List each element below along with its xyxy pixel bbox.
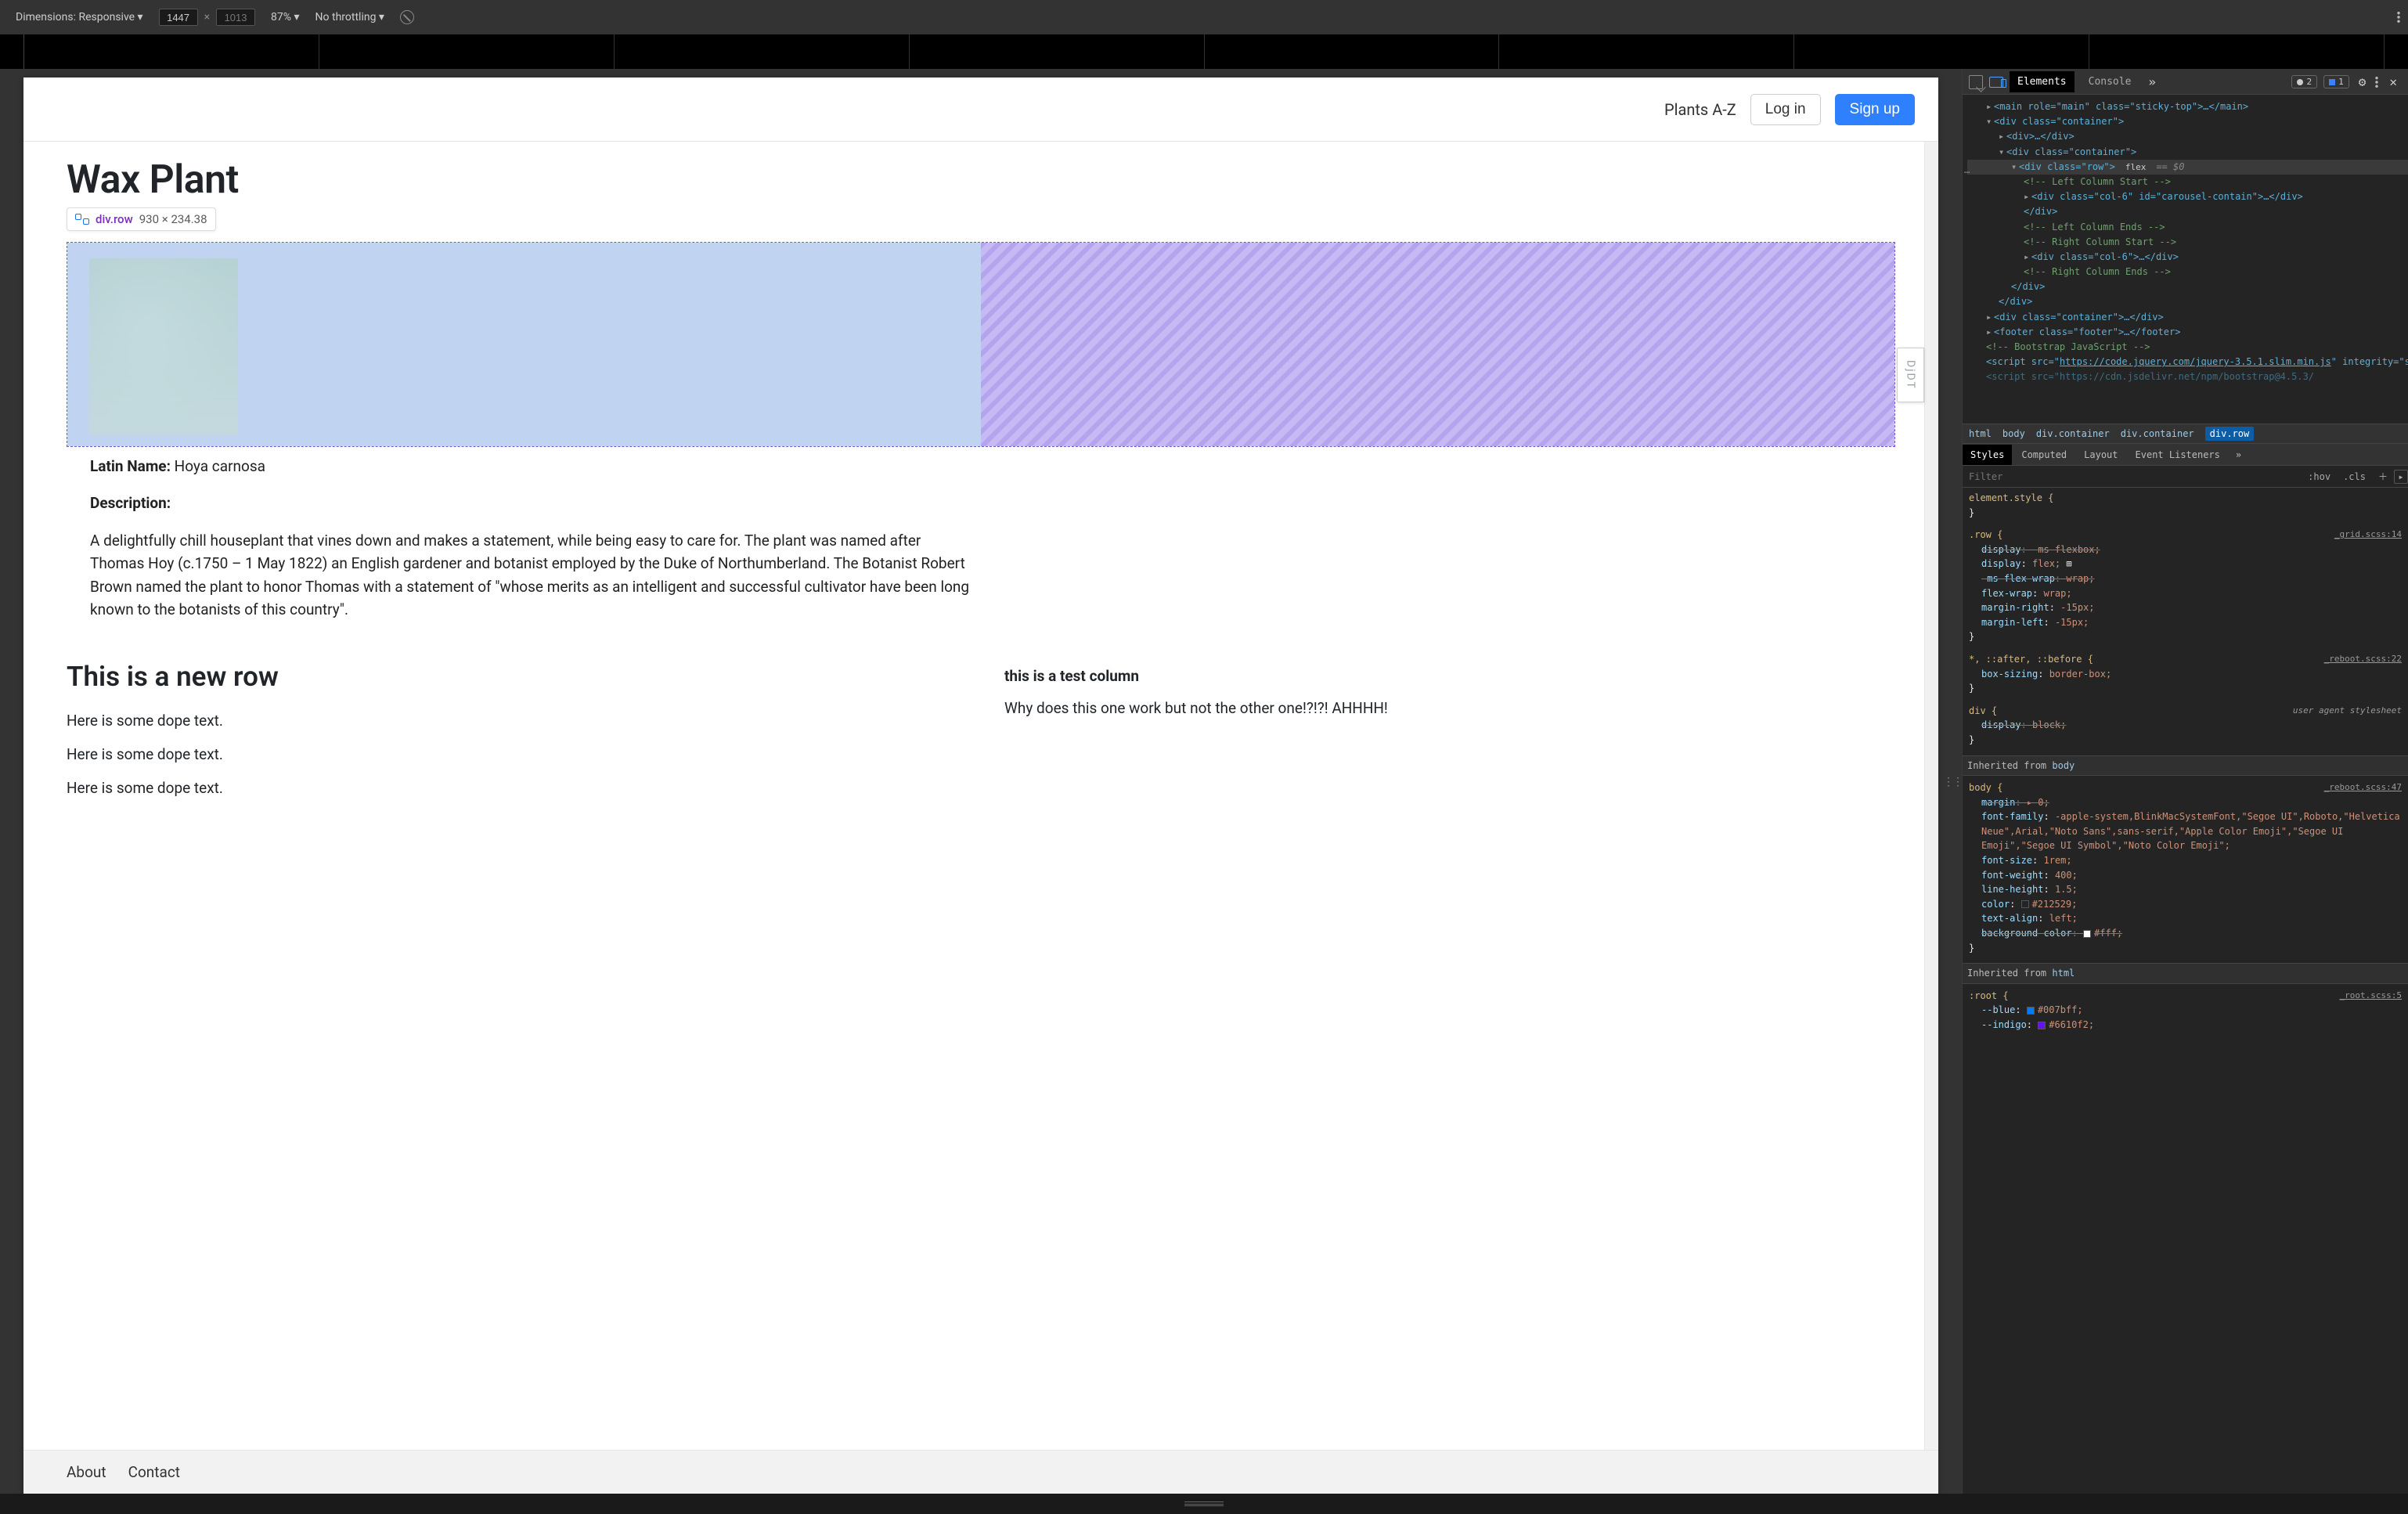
description-label: Description:	[90, 492, 977, 514]
device-toggle-icon[interactable]	[1989, 77, 2003, 88]
source-link[interactable]: _root.scss:5	[2340, 989, 2402, 1002]
info-badge[interactable]: 1	[2323, 75, 2349, 88]
page-body: Wax Plant div.row 930 × 234.38 Latin Nam…	[23, 142, 1938, 875]
viewport-pane: Plants A-Z Log in Sign up Wax Plant div.…	[0, 70, 1962, 1494]
settings-gear-icon[interactable]: ⚙	[2356, 74, 2370, 89]
test-row: This is a new row Here is some dope text…	[67, 661, 1895, 813]
inspect-icon[interactable]	[1969, 75, 1983, 89]
highlighted-col-left	[67, 243, 981, 446]
dimension-inputs: ×	[159, 9, 255, 26]
footer-about-link[interactable]: About	[67, 1463, 106, 1481]
tab-console[interactable]: Console	[2081, 71, 2139, 92]
page-footer: About Contact	[23, 1450, 1938, 1494]
new-row-heading: This is a new row	[67, 661, 957, 693]
hov-toggle[interactable]: :hov	[2302, 471, 2337, 482]
plant-image	[89, 258, 238, 434]
description-text: A delightfully chill houseplant that vin…	[90, 529, 977, 622]
test-column-heading: this is a test column	[1004, 667, 1895, 685]
signup-button[interactable]: Sign up	[1835, 94, 1915, 125]
status-bar	[0, 1494, 2408, 1514]
dom-tree[interactable]: ⋯ ▸<main role="main" class="sticky-top">…	[1963, 95, 2408, 424]
styles-filter-input[interactable]	[1963, 471, 2302, 482]
source-link[interactable]: _grid.scss:14	[2334, 528, 2402, 541]
subtab-styles[interactable]: Styles	[1963, 445, 2012, 465]
ruler-bar	[0, 34, 2408, 70]
dope-text-3: Here is some dope text.	[67, 779, 957, 797]
nav-plants-link[interactable]: Plants A-Z	[1664, 100, 1736, 119]
footer-contact-link[interactable]: Contact	[128, 1463, 180, 1481]
test-column-text: Why does this one work but not the other…	[1004, 699, 1895, 717]
source-link[interactable]: _reboot.scss:47	[2324, 780, 2402, 794]
django-debug-toolbar-handle[interactable]: DjDT	[1897, 348, 1924, 402]
breadcrumb-trail[interactable]: html body div.container div.container di…	[1963, 424, 2408, 444]
login-button[interactable]: Log in	[1750, 94, 1821, 125]
styles-subtabs: Styles Computed Layout Event Listeners »	[1963, 444, 2408, 466]
tree-row-actions-icon[interactable]: ⋯	[1964, 165, 1970, 180]
devtools-tabbar: Elements Console » 2 1 ⚙ ✕	[1963, 70, 2408, 95]
crumb-container-1[interactable]: div.container	[2036, 428, 2110, 439]
close-devtools-icon[interactable]: ✕	[2385, 74, 2402, 89]
tabs-overflow-icon[interactable]: »	[2145, 74, 2159, 89]
highlighted-col-right	[981, 243, 1894, 446]
devtools-panel: Elements Console » 2 1 ⚙ ✕ ⋯ ▸<main role…	[1962, 70, 2408, 1494]
page-navbar: Plants A-Z Log in Sign up	[23, 78, 1938, 142]
subtab-computed[interactable]: Computed	[2013, 445, 2075, 465]
crumb-container-2[interactable]: div.container	[2121, 428, 2194, 439]
device-toolbar-menu-icon[interactable]	[2397, 11, 2400, 23]
flex-icon	[75, 214, 89, 225]
width-input[interactable]	[159, 9, 198, 26]
highlighted-row	[67, 242, 1895, 447]
latin-name-label: Latin Name:	[90, 457, 171, 475]
styles-sidebar-toggle-icon[interactable]: ▸	[2394, 470, 2408, 484]
dope-text-1: Here is some dope text.	[67, 712, 957, 730]
warnings-badge[interactable]: 2	[2291, 75, 2317, 88]
subtabs-overflow-icon[interactable]: »	[2230, 445, 2248, 465]
styles-filter-bar: :hov .cls ＋ ▸	[1963, 466, 2408, 488]
source-link[interactable]: _reboot.scss:22	[2324, 652, 2402, 665]
devtools-menu-icon[interactable]	[2375, 76, 2378, 88]
tab-elements[interactable]: Elements	[2010, 71, 2075, 92]
dimensions-dropdown[interactable]: Dimensions: Responsive ▾	[16, 11, 143, 23]
crumb-html[interactable]: html	[1969, 428, 1992, 439]
cls-toggle[interactable]: .cls	[2337, 471, 2372, 482]
throttling-dropdown[interactable]: No throttling ▾	[315, 11, 384, 23]
crumb-row[interactable]: div.row	[2205, 427, 2255, 441]
crumb-body[interactable]: body	[2002, 428, 2025, 439]
height-input[interactable]	[216, 9, 255, 26]
rotate-icon[interactable]	[400, 10, 414, 24]
latin-name-value: Hoya carnosa	[175, 457, 265, 475]
subtab-events[interactable]: Event Listeners	[2128, 445, 2228, 465]
drawer-resize-handle[interactable]	[1184, 1501, 1224, 1506]
rendered-page: Plants A-Z Log in Sign up Wax Plant div.…	[23, 78, 1938, 1494]
dope-text-2: Here is some dope text.	[67, 745, 957, 763]
device-toolbar: Dimensions: Responsive ▾ × 87% ▾ No thro…	[0, 0, 2408, 34]
pane-splitter[interactable]: ⋮⋮	[1943, 776, 1962, 788]
page-title: Wax Plant	[67, 157, 1895, 203]
dimension-separator: ×	[204, 11, 210, 23]
hover-dimensions: 930 × 234.38	[139, 212, 207, 226]
page-scrollbar[interactable]	[1924, 142, 1938, 1450]
subtab-layout[interactable]: Layout	[2076, 445, 2125, 465]
new-style-rule-icon[interactable]: ＋	[2372, 470, 2394, 483]
plant-details: Latin Name: Hoya carnosa Description: A …	[67, 447, 981, 622]
element-hover-tooltip: div.row 930 × 234.38	[67, 207, 216, 231]
styles-panel[interactable]: element.style { } _grid.scss:14 .row { d…	[1963, 488, 2408, 1494]
zoom-dropdown[interactable]: 87% ▾	[271, 11, 300, 23]
hover-selector: div.row	[96, 212, 133, 226]
